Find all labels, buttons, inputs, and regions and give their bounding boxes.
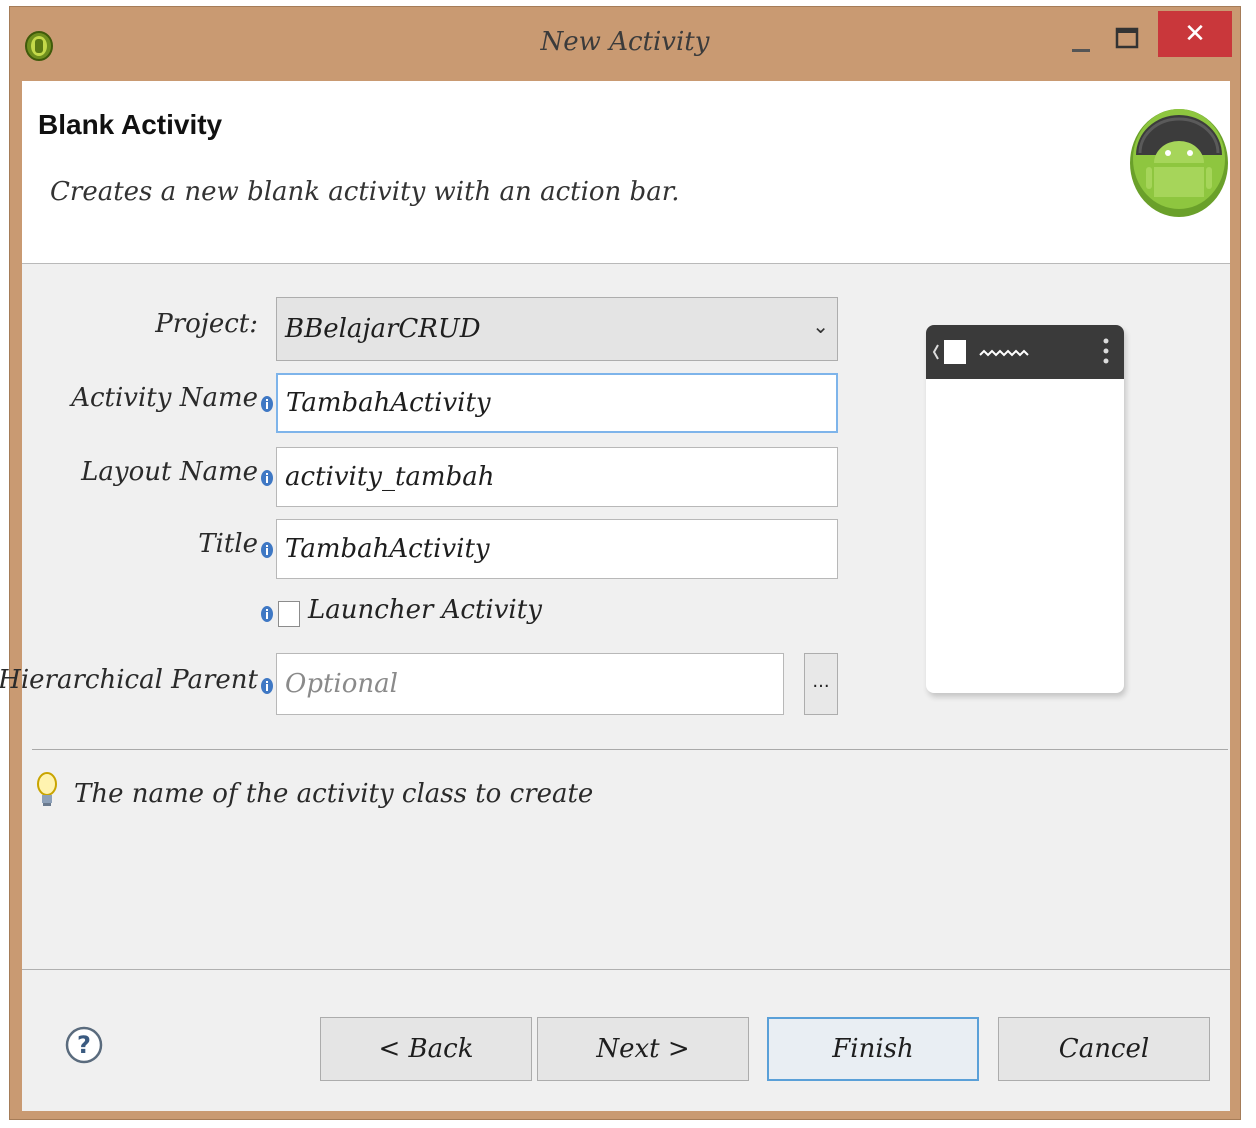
maximize-icon[interactable] <box>1112 23 1142 63</box>
dialog-window: New Activity ✕ Blank Activity Creates a … <box>0 6 1241 1120</box>
cancel-button[interactable]: Cancel <box>998 1017 1210 1081</box>
next-button[interactable]: Next > <box>537 1017 749 1081</box>
back-button[interactable]: < Back <box>320 1017 532 1081</box>
footer-separator <box>22 969 1230 970</box>
hint-row: The name of the activity class to create <box>36 771 593 813</box>
activity-name-input[interactable]: TambahActivity <box>276 373 838 433</box>
close-button[interactable]: ✕ <box>1158 11 1232 57</box>
lightbulb-icon <box>37 772 57 806</box>
finish-button[interactable]: Finish <box>767 1017 979 1081</box>
launcher-activity-checkbox[interactable] <box>278 601 300 627</box>
hierarchical-parent-input[interactable]: Optional <box>276 653 784 715</box>
action-bar-icon <box>932 338 1109 364</box>
project-combobox[interactable]: BBelajarCRUD ⌄ <box>276 297 838 361</box>
chevron-down-icon: ⌄ <box>812 314 829 338</box>
title-bar[interactable]: New Activity ✕ <box>10 7 1240 81</box>
layout-name-input[interactable]: activity_tambah <box>276 447 838 507</box>
dialog-content: Blank Activity Creates a new blank activ… <box>0 81 1230 1111</box>
page-description: Creates a new blank activity with an act… <box>50 177 680 207</box>
activity-name-label: Activity Name <box>71 383 258 413</box>
svg-text:?: ? <box>77 1031 91 1059</box>
help-icon[interactable]: ? <box>64 1025 104 1065</box>
title-label: Title <box>198 529 258 559</box>
info-icon <box>261 678 273 694</box>
layout-name-value: activity_tambah <box>285 462 495 492</box>
browse-button[interactable]: ... <box>804 653 838 715</box>
close-icon: ✕ <box>1184 19 1206 49</box>
minimize-icon[interactable] <box>1068 27 1096 67</box>
activity-name-value: TambahActivity <box>286 388 491 418</box>
title-input[interactable]: TambahActivity <box>276 519 838 579</box>
title-value: TambahActivity <box>285 534 490 564</box>
launcher-activity-label[interactable]: Launcher Activity <box>308 595 542 625</box>
project-label: Project: <box>155 309 258 339</box>
page-title: Blank Activity <box>38 109 223 140</box>
info-icon <box>261 606 273 622</box>
hierarchical-parent-placeholder: Optional <box>285 669 398 699</box>
info-icon <box>261 396 273 412</box>
info-icon <box>261 542 273 558</box>
hierarchical-parent-label: Hierarchical Parent <box>0 665 258 695</box>
activity-preview <box>926 325 1124 693</box>
project-value: BBelajarCRUD <box>285 314 481 344</box>
window-title: New Activity <box>540 27 710 57</box>
hint-text: The name of the activity class to create <box>74 779 594 809</box>
wizard-header: Blank Activity Creates a new blank activ… <box>22 81 1230 264</box>
android-logo-icon <box>1130 109 1228 217</box>
layout-name-label: Layout Name <box>81 457 258 487</box>
info-icon <box>261 470 273 486</box>
content-separator <box>32 749 1228 750</box>
preview-action-bar <box>926 325 1124 379</box>
